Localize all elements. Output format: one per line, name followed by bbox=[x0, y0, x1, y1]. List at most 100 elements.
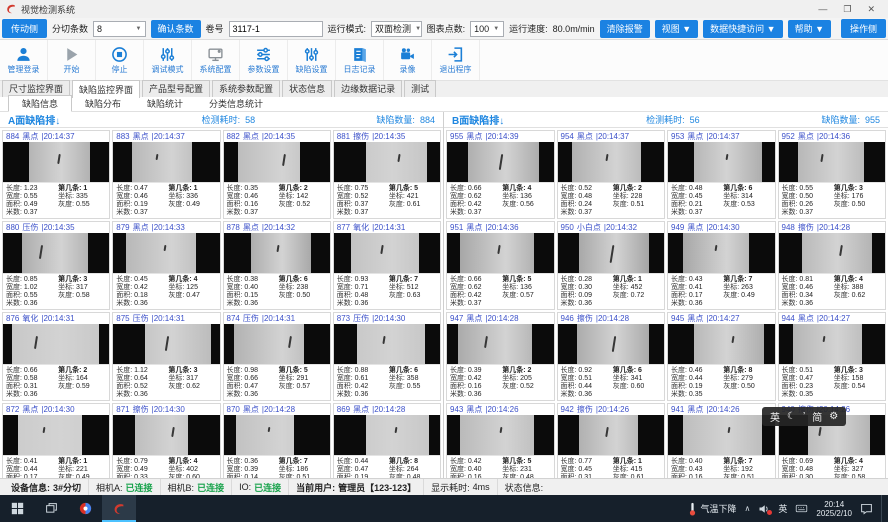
input-language-indicator[interactable]: 英 bbox=[778, 502, 787, 515]
tray-expand-icon[interactable]: ∧ bbox=[745, 504, 751, 513]
minimize-button[interactable]: — bbox=[818, 4, 827, 14]
defect-image[interactable] bbox=[3, 233, 109, 273]
defect-image[interactable] bbox=[558, 415, 665, 455]
subtab-2[interactable]: 缺陷分布 bbox=[72, 96, 134, 111]
defect-image[interactable] bbox=[779, 324, 886, 364]
defect-cell[interactable]: 953黑点|20:14:37长度: 0.48宽度: 0.45面积: 0.21米数… bbox=[667, 130, 776, 219]
data-quick-access-button[interactable]: 数据快捷访问 ▼ bbox=[703, 20, 782, 38]
defect-cell[interactable]: 952黑点|20:14:36长度: 0.55宽度: 0.50面积: 0.26米数… bbox=[778, 130, 887, 219]
defect-cell[interactable]: 954黑点|20:14:37长度: 0.52宽度: 0.48面积: 0.24米数… bbox=[557, 130, 666, 219]
stop-button[interactable]: 停止 bbox=[96, 40, 144, 80]
tab-6[interactable]: 边缘数据记录 bbox=[334, 80, 402, 97]
volume-icon[interactable] bbox=[758, 503, 770, 515]
defect-cell[interactable]: 881擦伤|20:14:35长度: 0.75宽度: 0.52面积: 0.37米数… bbox=[333, 130, 441, 219]
defect-cell[interactable]: 945黑点|20:14:27长度: 0.46宽度: 0.44面积: 0.19米数… bbox=[667, 312, 776, 401]
sliders-vertical-button[interactable]: 调试模式 bbox=[144, 40, 192, 80]
defect-image[interactable] bbox=[224, 415, 330, 455]
task-view-button[interactable] bbox=[34, 495, 68, 522]
log-book-button[interactable]: 日志记录 bbox=[336, 40, 384, 80]
ime-moon-icon[interactable]: ☾ bbox=[787, 411, 796, 422]
chart-points-select[interactable]: 100▼ bbox=[470, 21, 504, 37]
defect-cell[interactable]: 883黑点|20:14:37长度: 0.47宽度: 0.46面积: 0.19米数… bbox=[112, 130, 220, 219]
defect-image[interactable] bbox=[558, 142, 665, 182]
defect-cell[interactable]: 946擦伤|20:14:28长度: 0.92宽度: 0.51面积: 0.44米数… bbox=[557, 312, 666, 401]
defect-cell[interactable]: 944黑点|20:14:27长度: 0.51宽度: 0.47面积: 0.23米数… bbox=[778, 312, 887, 401]
defect-cell[interactable]: 880压伤|20:14:35长度: 0.85宽度: 1.02面积: 0.55米数… bbox=[2, 221, 110, 310]
defect-image[interactable] bbox=[334, 415, 440, 455]
defect-image[interactable] bbox=[3, 324, 109, 364]
tab-7[interactable]: 测试 bbox=[404, 80, 436, 97]
touch-keyboard-icon[interactable] bbox=[795, 502, 808, 515]
weather-widget[interactable]: 气温下降 bbox=[687, 502, 737, 516]
defect-cell[interactable]: 955黑点|20:14:39长度: 0.66宽度: 0.62面积: 0.42米数… bbox=[446, 130, 555, 219]
clear-alarm-button[interactable]: 清除报警 bbox=[600, 20, 650, 38]
defect-cell[interactable]: 948擦伤|20:14:28长度: 0.81宽度: 0.46面积: 0.34米数… bbox=[778, 221, 887, 310]
sliders-horizontal-button[interactable]: 参数设置 bbox=[240, 40, 288, 80]
confirm-strip-count-button[interactable]: 确认条数 bbox=[151, 20, 201, 38]
monitor-button[interactable]: 系统配置 bbox=[192, 40, 240, 80]
defect-cell[interactable]: 949黑点|20:14:30长度: 0.43宽度: 0.41面积: 0.17米数… bbox=[667, 221, 776, 310]
defect-cell[interactable]: 874压伤|20:14:31长度: 0.98宽度: 0.66面积: 0.47米数… bbox=[223, 312, 331, 401]
tab-4[interactable]: 系统参数配置 bbox=[212, 80, 280, 97]
defect-image[interactable] bbox=[334, 142, 440, 182]
defect-image[interactable] bbox=[447, 324, 554, 364]
defect-image[interactable] bbox=[447, 233, 554, 273]
subtab-1[interactable]: 缺陷信息 bbox=[8, 95, 72, 112]
defect-image[interactable] bbox=[334, 233, 440, 273]
tab-5[interactable]: 状态信息 bbox=[282, 80, 332, 97]
subtab-4[interactable]: 分类信息统计 bbox=[196, 96, 276, 111]
defect-cell[interactable]: 884黑点|20:14:37长度: 1.23宽度: 0.55面积: 0.49米数… bbox=[2, 130, 110, 219]
maximize-button[interactable]: ❐ bbox=[843, 4, 851, 15]
tab-3[interactable]: 产品型号配置 bbox=[142, 80, 210, 97]
sliders-tune-button[interactable]: 缺陷设置 bbox=[288, 40, 336, 80]
ime-simplified-toggle[interactable]: 简 bbox=[812, 409, 822, 424]
defect-image[interactable] bbox=[779, 233, 886, 273]
defect-image[interactable] bbox=[558, 324, 665, 364]
subtab-3[interactable]: 缺陷统计 bbox=[134, 96, 196, 111]
play-button[interactable]: 开始 bbox=[48, 40, 96, 80]
strip-count-select[interactable]: 8▼ bbox=[93, 21, 145, 37]
video-camera-button[interactable]: 录像 bbox=[384, 40, 432, 80]
action-center-icon[interactable] bbox=[860, 502, 873, 515]
help-menu-button[interactable]: 帮助 ▼ bbox=[788, 20, 831, 38]
defect-cell[interactable]: 878黑点|20:14:32长度: 0.38宽度: 0.40面积: 0.15米数… bbox=[223, 221, 331, 310]
defect-image[interactable] bbox=[447, 142, 554, 182]
defect-image[interactable] bbox=[668, 233, 775, 273]
defect-cell[interactable]: 882黑点|20:14:35长度: 0.35宽度: 0.46面积: 0.16米数… bbox=[223, 130, 331, 219]
defect-image[interactable] bbox=[113, 233, 219, 273]
exit-door-button[interactable]: 退出程序 bbox=[432, 40, 480, 80]
defect-cell[interactable]: 879黑点|20:14:33长度: 0.45宽度: 0.42面积: 0.18米数… bbox=[112, 221, 220, 310]
start-button[interactable] bbox=[0, 495, 34, 522]
defect-image[interactable] bbox=[224, 142, 330, 182]
taskbar-app-icon[interactable] bbox=[68, 495, 102, 522]
defect-cell[interactable]: 875压伤|20:14:31长度: 1.12宽度: 0.64面积: 0.52米数… bbox=[112, 312, 220, 401]
view-menu-button[interactable]: 视图 ▼ bbox=[655, 20, 698, 38]
defect-cell[interactable]: 951黑点|20:14:36长度: 0.66宽度: 0.62面积: 0.42米数… bbox=[446, 221, 555, 310]
defect-cell[interactable]: 876氧化|20:14:31长度: 0.66宽度: 0.58面积: 0.31米数… bbox=[2, 312, 110, 401]
ime-punct-toggle[interactable]: ’ bbox=[803, 411, 805, 422]
defect-image[interactable] bbox=[668, 142, 775, 182]
defect-image[interactable] bbox=[224, 233, 330, 273]
defect-cell[interactable]: 947黑点|20:14:28长度: 0.39宽度: 0.42面积: 0.16米数… bbox=[446, 312, 555, 401]
tab-2[interactable]: 缺陷监控界面 bbox=[72, 80, 140, 98]
defect-image[interactable] bbox=[113, 415, 219, 455]
defect-image[interactable] bbox=[447, 415, 554, 455]
defect-image[interactable] bbox=[334, 324, 440, 364]
defect-image[interactable] bbox=[668, 415, 775, 455]
taskbar-clock[interactable]: 20:14 2025/2/10 bbox=[816, 500, 852, 518]
drive-side-button[interactable]: 传动侧 bbox=[2, 19, 47, 38]
show-desktop-button[interactable] bbox=[881, 495, 885, 522]
roll-number-input[interactable] bbox=[229, 21, 323, 37]
defect-image[interactable] bbox=[224, 324, 330, 364]
close-button[interactable]: ✕ bbox=[867, 4, 875, 15]
user-button[interactable]: 管理登录 bbox=[0, 40, 48, 80]
defect-cell[interactable]: 877氧化|20:14:31长度: 0.93宽度: 0.71面积: 0.48米数… bbox=[333, 221, 441, 310]
defect-image[interactable] bbox=[558, 233, 665, 273]
defect-image[interactable] bbox=[3, 142, 109, 182]
defect-image[interactable] bbox=[668, 324, 775, 364]
defect-image[interactable] bbox=[113, 142, 219, 182]
ime-lang-toggle[interactable]: 英 bbox=[770, 409, 780, 424]
defect-cell[interactable]: 873压伤|20:14:30长度: 0.88宽度: 0.61面积: 0.42米数… bbox=[333, 312, 441, 401]
ime-settings-gear-icon[interactable]: ⚙ bbox=[829, 411, 838, 422]
defect-image[interactable] bbox=[3, 415, 109, 455]
